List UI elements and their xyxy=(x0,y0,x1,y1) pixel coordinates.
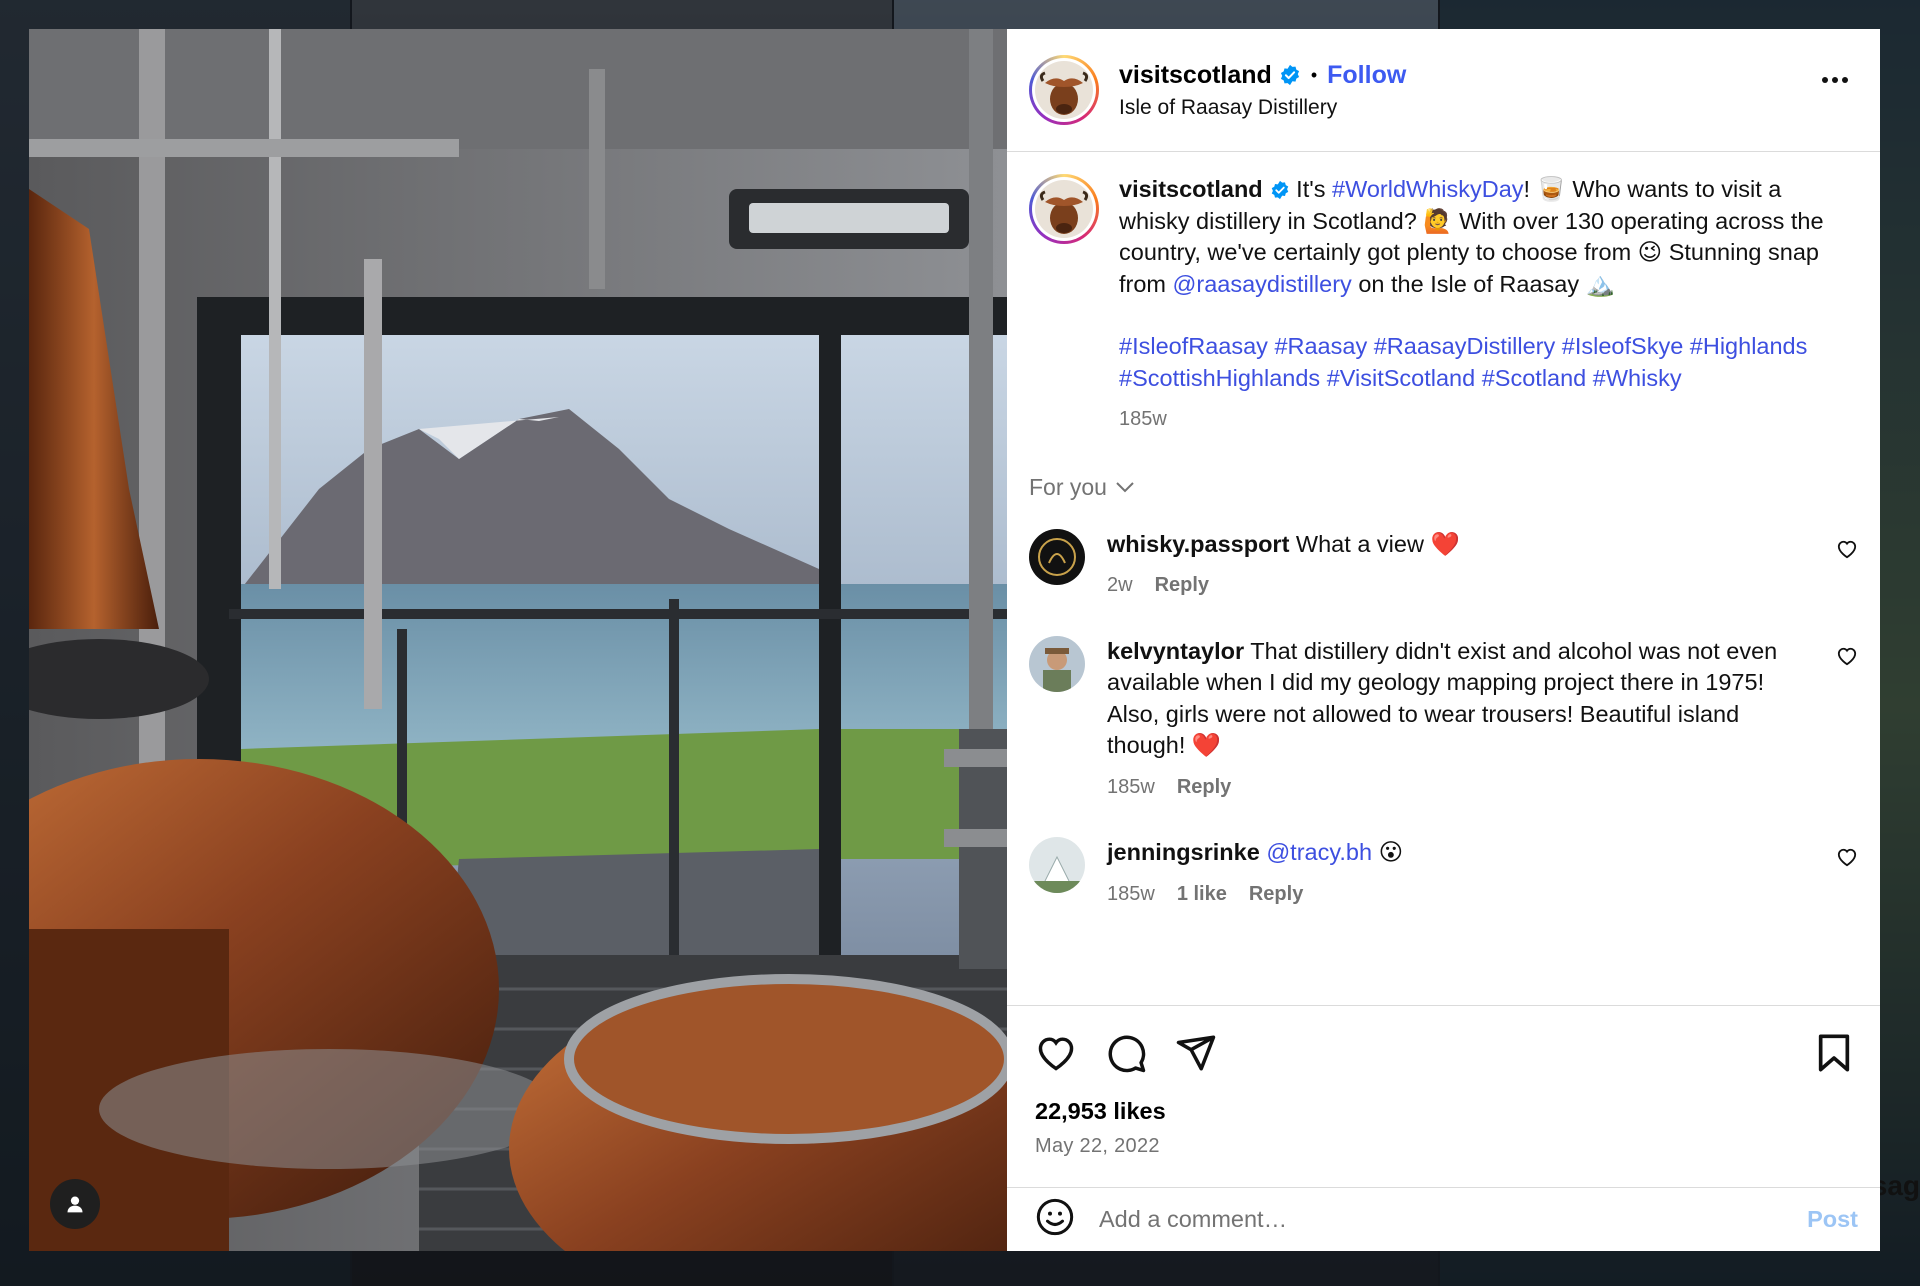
user-icon xyxy=(67,1196,83,1213)
caption-hashtags[interactable]: #IsleofRaasay #Raasay #RaasayDistillery … xyxy=(1119,331,1839,394)
highland-cow-avatar-icon xyxy=(1035,61,1093,119)
mention-link[interactable]: @raasaydistillery xyxy=(1173,271,1352,297)
comment-item: jenningsrinke @tracy.bh 😮 185w 1 like Re… xyxy=(1029,837,1858,910)
emoji-smiley-icon[interactable] xyxy=(1035,1197,1075,1242)
like-comment-heart-icon[interactable] xyxy=(1836,847,1858,872)
comment-likes-count[interactable]: 1 like xyxy=(1177,879,1227,911)
comment-time[interactable]: 2w xyxy=(1107,570,1133,602)
caption-text-part: It's xyxy=(1289,176,1333,202)
caption-timestamp[interactable]: 185w xyxy=(1119,404,1839,436)
post-comment-button[interactable]: Post xyxy=(1807,1206,1858,1233)
like-comment-heart-icon[interactable] xyxy=(1836,539,1858,564)
avatar[interactable] xyxy=(1029,55,1099,125)
comment-bubble-icon[interactable] xyxy=(1105,1032,1147,1074)
post-location[interactable]: Isle of Raasay Distillery xyxy=(1119,96,1406,120)
chevron-down-icon xyxy=(1116,482,1134,493)
more-options-button[interactable] xyxy=(1822,77,1848,83)
comment-username[interactable]: kelvyntaylor xyxy=(1107,638,1244,664)
separator-dot: • xyxy=(1310,64,1318,85)
post-sidebar: visitscotland • Follow Isle of Raasay Di… xyxy=(1007,29,1880,1251)
comment-text: 😮 xyxy=(1372,839,1404,865)
highland-cow-avatar-icon xyxy=(1035,180,1093,238)
bookmark-icon[interactable] xyxy=(1816,1033,1852,1078)
comments-scroll-area[interactable]: visitscotland It's #WorldWhiskyDay! 🥃 Wh… xyxy=(1007,152,1880,1005)
follow-button[interactable]: Follow xyxy=(1327,61,1406,90)
sort-label: For you xyxy=(1029,473,1107,500)
more-dot xyxy=(1842,77,1848,83)
post-modal: visitscotland • Follow Isle of Raasay Di… xyxy=(29,29,1880,1251)
hashtag-link[interactable]: #WorldWhiskyDay xyxy=(1332,176,1524,202)
comments-sort-dropdown[interactable]: For you xyxy=(1029,474,1858,501)
more-dot xyxy=(1822,77,1828,83)
tagged-users-button[interactable] xyxy=(50,1179,100,1229)
comment-username[interactable]: whisky.passport xyxy=(1107,531,1289,557)
post-image[interactable] xyxy=(29,29,1007,1251)
mention-link[interactable]: @tracy.bh xyxy=(1266,839,1372,865)
caption: visitscotland It's #WorldWhiskyDay! 🥃 Wh… xyxy=(1029,152,1858,436)
comment-item: whisky.passport What a view ❤️ 2w Reply xyxy=(1029,528,1858,602)
verified-badge-icon xyxy=(1279,64,1301,86)
commenter-avatar[interactable] xyxy=(1029,528,1085,585)
reply-button[interactable]: Reply xyxy=(1155,570,1209,602)
like-heart-icon[interactable] xyxy=(1035,1034,1077,1072)
comment-username[interactable]: jenningsrinke xyxy=(1107,839,1260,865)
add-comment-bar: Post xyxy=(1007,1187,1880,1251)
reply-button[interactable]: Reply xyxy=(1177,772,1231,804)
comment-item: kelvyntaylor That distillery didn't exis… xyxy=(1029,635,1858,804)
post-header: visitscotland • Follow Isle of Raasay Di… xyxy=(1007,29,1880,152)
caption-username[interactable]: visitscotland xyxy=(1119,176,1263,202)
caption-avatar[interactable] xyxy=(1029,174,1099,244)
caption-text-part: on the Isle of Raasay 🏔️ xyxy=(1351,270,1615,297)
commenter-avatar[interactable] xyxy=(1029,837,1085,893)
caption-text: visitscotland It's #WorldWhiskyDay! 🥃 Wh… xyxy=(1119,174,1839,436)
more-dot xyxy=(1832,77,1838,83)
post-actions: 22,953 likes May 22, 2022 xyxy=(1007,1005,1880,1187)
verified-badge-icon xyxy=(1270,180,1290,200)
likes-count[interactable]: 22,953 likes xyxy=(1035,1098,1858,1125)
comment-text: What a view ❤️ xyxy=(1289,530,1460,557)
like-comment-heart-icon[interactable] xyxy=(1836,646,1858,671)
post-username[interactable]: visitscotland xyxy=(1119,61,1272,90)
post-date[interactable]: May 22, 2022 xyxy=(1035,1135,1858,1158)
distillery-photo xyxy=(29,29,1007,1251)
share-send-icon[interactable] xyxy=(1175,1032,1217,1074)
reply-button[interactable]: Reply xyxy=(1249,879,1303,911)
commenter-avatar[interactable] xyxy=(1029,635,1085,692)
comment-time[interactable]: 185w xyxy=(1107,879,1155,911)
comment-time[interactable]: 185w xyxy=(1107,772,1155,804)
comment-input[interactable] xyxy=(1099,1206,1808,1233)
